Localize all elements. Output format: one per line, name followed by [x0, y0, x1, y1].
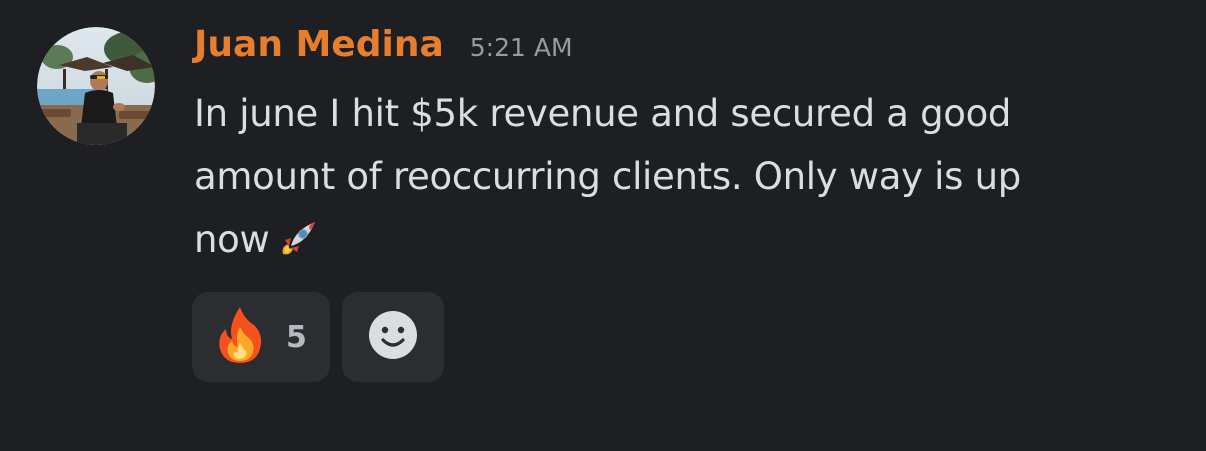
fire-icon	[214, 305, 266, 369]
message-line-text: now	[194, 218, 270, 261]
rocket-icon	[277, 216, 321, 260]
avatar-photo-icon	[37, 27, 155, 145]
author-name[interactable]: Juan Medina	[194, 24, 444, 65]
reactions-bar: 5	[192, 292, 444, 382]
message-timestamp[interactable]: 5:21 AM	[470, 33, 573, 62]
chat-message: Juan Medina 5:21 AM In june I hit $5k re…	[0, 0, 1206, 451]
reaction-count: 5	[286, 319, 307, 355]
message-line-last: now	[194, 208, 1174, 271]
smiley-icon	[368, 310, 418, 364]
message-line: In june I hit $5k revenue and secured a …	[194, 92, 1012, 135]
message-content: In june I hit $5k revenue and secured a …	[194, 82, 1174, 271]
add-reaction-button[interactable]	[342, 292, 444, 382]
reaction-fire[interactable]: 5	[192, 292, 330, 382]
message-line: amount of reoccurring clients. Only way …	[194, 155, 1021, 198]
user-avatar[interactable]	[37, 27, 155, 145]
message-header: Juan Medina 5:21 AM	[194, 24, 573, 72]
